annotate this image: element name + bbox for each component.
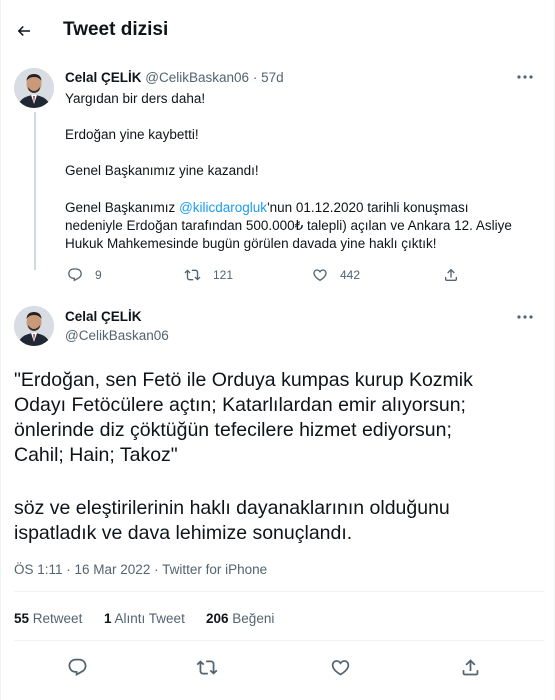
tweet-timestamp[interactable]: ÖS 1:11 · 16 Mar 2022 · Twitter for iPho… bbox=[14, 562, 267, 577]
retweet-stat[interactable]: 55 Retweet bbox=[14, 611, 82, 626]
page-header: Tweet dizisi bbox=[1, 0, 555, 62]
back-arrow-icon bbox=[17, 25, 30, 37]
tweet-text-line: Genel Başkanımız yine kazandı! bbox=[65, 163, 259, 178]
retweet-button[interactable] bbox=[195, 655, 219, 679]
retweet-icon bbox=[184, 269, 201, 281]
share-icon bbox=[445, 268, 457, 281]
like-stat-count: 206 bbox=[206, 611, 229, 626]
like-stat[interactable]: 206 Beğeni bbox=[206, 611, 274, 626]
author-handle[interactable]: @CelikBaskan06 bbox=[145, 70, 249, 85]
author-name[interactable]: Celal ÇELİK bbox=[65, 70, 142, 85]
retweet-stat-label: Retweet bbox=[32, 611, 83, 626]
more-icon bbox=[517, 75, 533, 79]
retweet-icon bbox=[196, 659, 218, 675]
tweet-text-line: nedeniyle Erdoğan tarafından 500.000₺ ta… bbox=[65, 218, 512, 233]
tweet-text-line: ispatladık ve dava lehimize sonuçlandı. bbox=[14, 522, 353, 544]
author-handle[interactable]: @CelikBaskan06 bbox=[65, 328, 169, 343]
tweet-author-row: Celal ÇELİK @CelikBaskan06 · 57d bbox=[65, 70, 284, 85]
reply-icon bbox=[68, 268, 82, 282]
share-icon bbox=[462, 658, 478, 675]
tweet-time[interactable]: · 57d bbox=[253, 70, 284, 85]
share-button[interactable] bbox=[458, 655, 482, 679]
page-title: Tweet dizisi bbox=[63, 19, 169, 40]
reply-button[interactable]: 9 bbox=[67, 267, 102, 283]
like-button[interactable] bbox=[328, 655, 352, 679]
divider bbox=[14, 591, 544, 592]
tweet-text-paragraph: Genel Başkanımız @kilicdarogluk'nun 01.1… bbox=[65, 199, 525, 217]
avatar[interactable] bbox=[14, 68, 54, 108]
tweet-text-line: Odayı Fetöcülere açtın; Katarlılardan em… bbox=[14, 394, 466, 416]
reply-icon bbox=[68, 658, 86, 676]
more-icon bbox=[517, 315, 533, 319]
heart-icon bbox=[331, 659, 349, 676]
tweet-text-line: söz ve eleştirilerinin haklı dayanakları… bbox=[14, 497, 450, 519]
like-button[interactable]: 442 bbox=[312, 267, 360, 283]
reply-button[interactable] bbox=[65, 655, 89, 679]
mention-link[interactable]: @kilicdarogluk bbox=[179, 200, 267, 215]
tweet-text-line: Yargıdan bir ders daha! bbox=[65, 91, 206, 106]
reply-count: 9 bbox=[95, 268, 102, 282]
tweet-text-line: "Erdoğan, sen Fetö ile Orduya kumpas kur… bbox=[14, 369, 473, 391]
like-stat-label: Beğeni bbox=[232, 611, 275, 626]
tweet-more-button[interactable] bbox=[514, 70, 536, 84]
tweet-more-button[interactable] bbox=[514, 310, 536, 324]
quote-stat-label: Alıntı Tweet bbox=[114, 611, 185, 626]
timeline-column: Tweet dizisi Celal ÇELİK @CelikBaskan06 … bbox=[0, 0, 555, 700]
author-name[interactable]: Celal ÇELİK bbox=[65, 309, 142, 324]
tweet-text-segment: Genel Başkanımız bbox=[65, 200, 180, 215]
like-count: 442 bbox=[340, 268, 361, 282]
tweet-text-line: Erdoğan yine kaybetti! bbox=[65, 127, 199, 142]
back-button[interactable] bbox=[9, 16, 39, 46]
share-button[interactable] bbox=[443, 267, 459, 283]
tweet-text-line: önlerinde diz çöktüğün tefecilere hizmet… bbox=[14, 419, 452, 441]
quote-stat-count: 1 bbox=[104, 611, 112, 626]
tweet-text-line: Hukuk Mahkemesinde bugün görülen davada … bbox=[65, 236, 437, 251]
tweet-text-line: Cahil; Hain; Takoz" bbox=[14, 444, 178, 466]
heart-icon bbox=[313, 269, 327, 282]
tweet-text-segment: 'nun 01.12.2020 tarihli konuşması bbox=[267, 200, 469, 215]
divider bbox=[14, 640, 544, 641]
retweet-stat-count: 55 bbox=[14, 611, 30, 626]
retweet-count: 121 bbox=[213, 268, 234, 282]
retweet-button[interactable]: 121 bbox=[184, 267, 233, 283]
quote-stat[interactable]: 1 Alıntı Tweet bbox=[104, 611, 185, 626]
thread-connector-line bbox=[34, 112, 36, 270]
avatar[interactable] bbox=[14, 306, 54, 346]
